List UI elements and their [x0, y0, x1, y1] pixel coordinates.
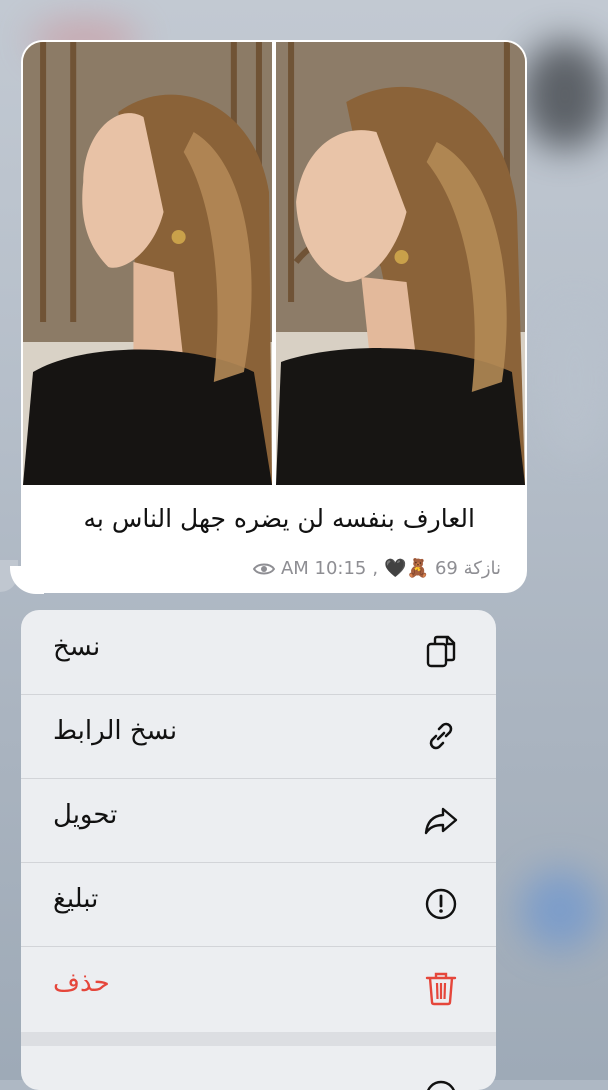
menu-item-partial[interactable]: [21, 1046, 496, 1090]
blur-shape: [520, 870, 600, 950]
photo-album[interactable]: [23, 42, 525, 485]
trash-icon: [425, 972, 457, 1006]
reactions[interactable]: 🖤🧸: [384, 558, 429, 579]
message-caption: العارف بنفسه لن يضره جهل الناس به: [83, 504, 475, 533]
photo-left[interactable]: [23, 42, 272, 485]
menu-item-label: نسخ: [53, 632, 101, 662]
menu-item-copy[interactable]: نسخ: [21, 610, 496, 695]
message-meta: AM 10:15 , 🖤🧸 69 نازكة: [252, 558, 501, 579]
menu-item-copy-link[interactable]: نسخ الرابط: [21, 694, 496, 779]
menu-item-report[interactable]: تبليغ: [21, 862, 496, 947]
menu-item-label: حذف: [53, 968, 110, 998]
info-icon: [427, 1080, 455, 1090]
menu-item-label: تبليغ: [53, 884, 99, 914]
meta-separator: ,: [372, 558, 379, 579]
portrait-image: [276, 42, 525, 485]
eye-icon: [252, 563, 275, 574]
message-bubble[interactable]: العارف بنفسه لن يضره جهل الناس به AM 10:…: [21, 40, 527, 593]
forward-icon: [424, 807, 458, 835]
menu-item-label: نسخ الرابط: [53, 716, 178, 746]
view-count: 69 نازكة: [434, 558, 501, 579]
menu-section-separator: [21, 1032, 496, 1046]
link-icon: [429, 722, 453, 750]
blur-shape: [540, 300, 608, 460]
context-menu: نسخ نسخ الرابط تحويل تبليغ حذف: [21, 610, 496, 1090]
menu-item-forward[interactable]: تحويل: [21, 778, 496, 863]
report-icon: [425, 888, 457, 920]
menu-item-label: تحويل: [53, 800, 118, 830]
photo-right[interactable]: [276, 42, 525, 485]
menu-item-delete[interactable]: حذف: [21, 946, 496, 1030]
message-time: AM 10:15: [280, 558, 367, 579]
copy-icon: [426, 635, 456, 668]
blur-shape: [520, 40, 608, 150]
portrait-image: [23, 42, 272, 485]
